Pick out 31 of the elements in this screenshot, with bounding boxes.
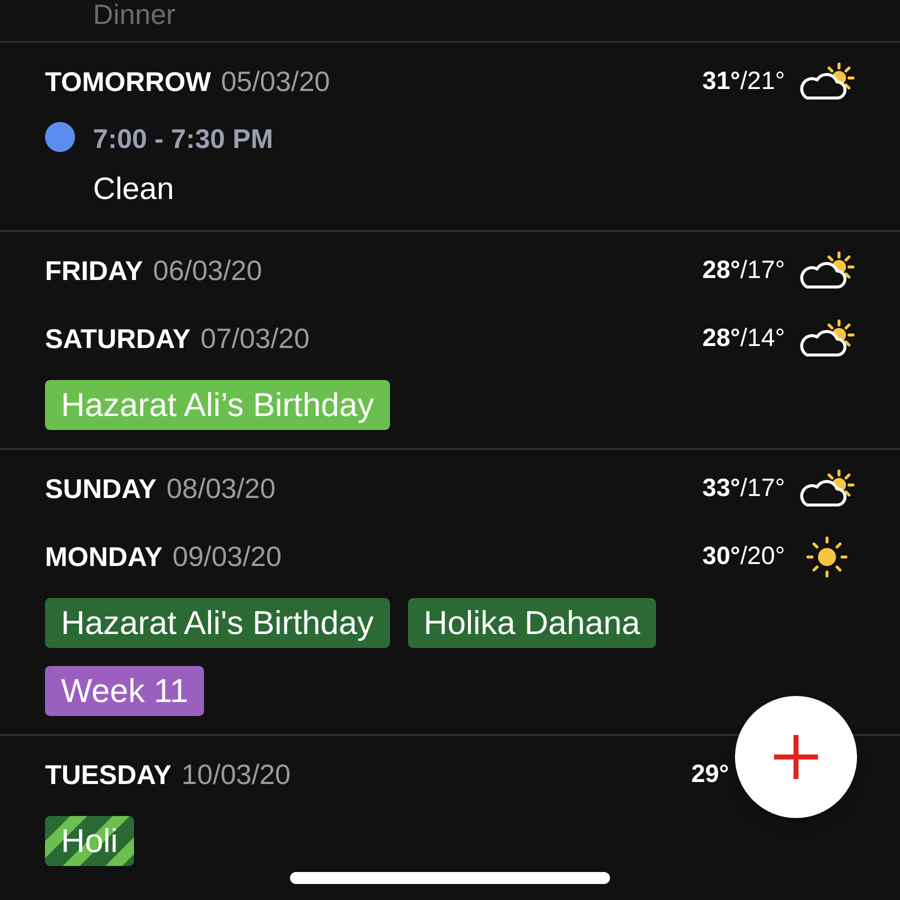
high-temperature: 28°	[702, 255, 740, 286]
low-temperature: /17°	[740, 473, 785, 504]
day-date: 10/03/20	[182, 758, 291, 792]
day-date: 05/03/20	[220, 65, 330, 99]
high-temperature: 30°	[702, 541, 740, 572]
holiday-tag[interactable]: Hazarat Ali's Birthday	[45, 598, 390, 648]
day-name: FRIDAY	[45, 255, 144, 288]
low-temperature: /17°	[740, 255, 785, 286]
plus-icon	[772, 733, 820, 781]
high-temperature: 28°	[702, 323, 740, 354]
holiday-tag[interactable]: Week 11	[45, 666, 204, 716]
day-name: MONDAY	[45, 541, 163, 574]
event-title: Clean	[93, 170, 175, 208]
day-date: 09/03/20	[172, 540, 282, 574]
event-time: 7:00 - 7:30 PM	[93, 123, 274, 156]
day-name: TOMORROW	[45, 66, 211, 99]
high-temperature: 33°	[702, 473, 740, 504]
low-temperature: /20°	[740, 541, 785, 572]
event-title: Dinner	[93, 0, 176, 30]
low-temperature: /14°	[740, 323, 785, 354]
high-temperature: 31°	[702, 66, 740, 98]
high-temperature: 29°	[691, 759, 729, 790]
day-name: TUESDAY	[45, 759, 172, 792]
day-date: 07/03/20	[200, 322, 310, 356]
day-date: 06/03/20	[153, 254, 262, 288]
holiday-tag[interactable]: Holi	[45, 816, 134, 866]
low-temperature: /21°	[740, 66, 785, 98]
holiday-tag[interactable]: Holika Dahana	[408, 598, 656, 648]
day-name: SUNDAY	[45, 473, 157, 506]
day-name: SATURDAY	[45, 323, 191, 356]
day-date: 08/03/20	[166, 472, 276, 506]
